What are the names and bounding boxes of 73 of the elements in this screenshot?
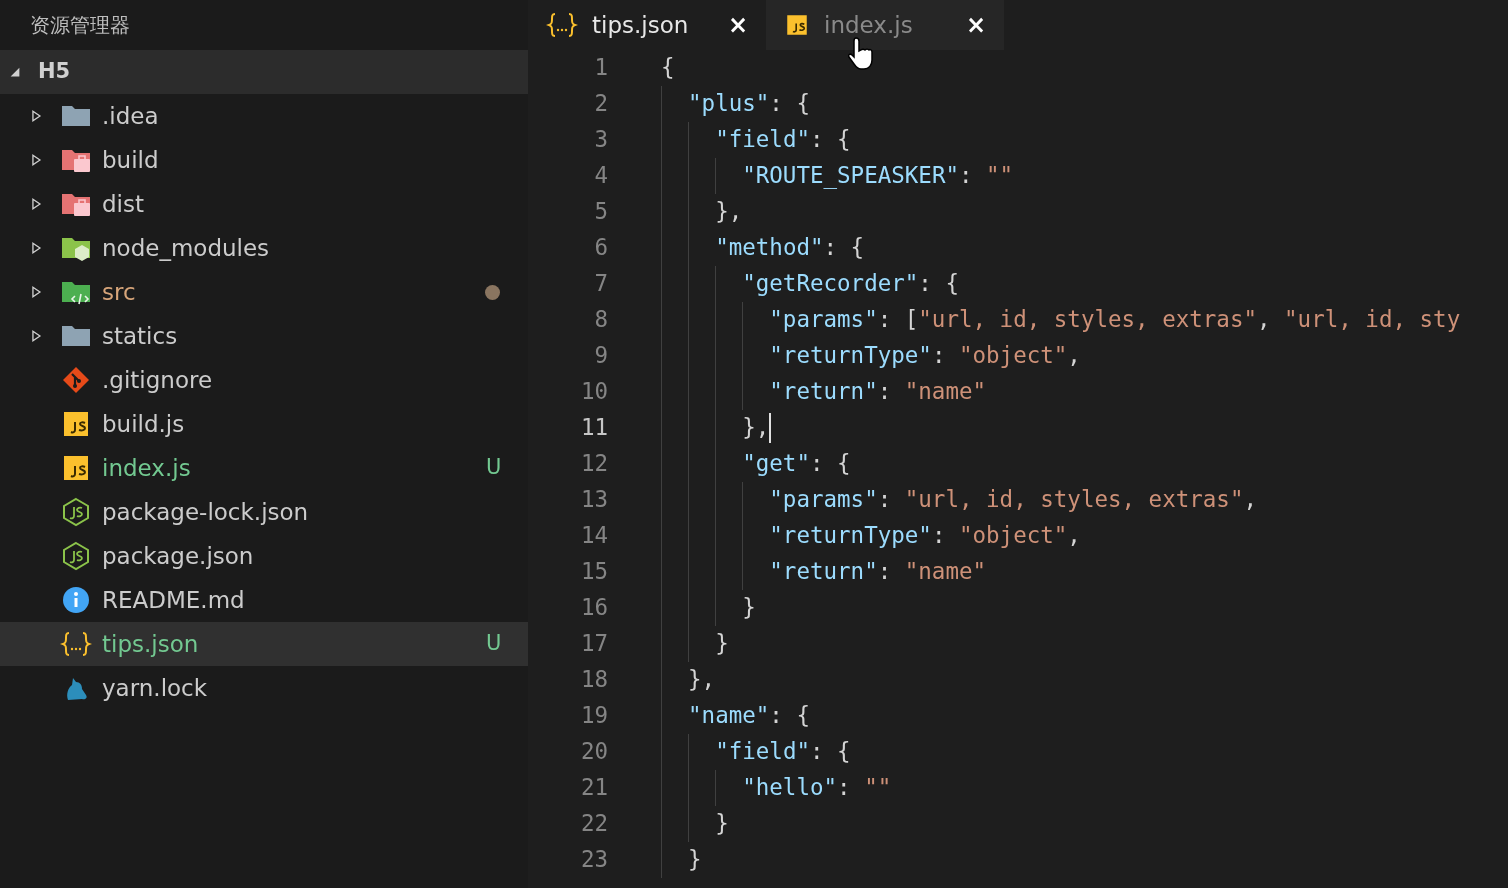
line-number: 12	[579, 449, 608, 479]
line-number: 10	[579, 377, 608, 407]
code-line: "return": "name"	[661, 554, 987, 590]
code-line: },	[661, 662, 716, 698]
file-row[interactable]: package.json	[0, 534, 528, 578]
code-line: "plus": {	[661, 86, 810, 122]
js-file-icon	[784, 12, 810, 38]
git-status-label: U	[486, 630, 502, 658]
code-line: "name": {	[661, 698, 810, 734]
code-line: },	[661, 410, 770, 446]
line-number: 22	[579, 809, 608, 839]
code-line: "hello": ""	[661, 770, 892, 806]
file-row[interactable]: tips.json U	[0, 622, 528, 666]
git-status-label: U	[486, 454, 502, 482]
file-row[interactable]: build	[0, 138, 528, 182]
line-number: 19	[579, 701, 608, 731]
file-row[interactable]: .idea	[0, 94, 528, 138]
close-icon[interactable]: ×	[727, 7, 748, 43]
code-line: "method": {	[661, 230, 865, 266]
line-number: 21	[579, 773, 608, 803]
line-number: 13	[579, 485, 608, 515]
code-line: }	[661, 806, 729, 842]
file-row[interactable]: yarn.lock	[0, 666, 528, 710]
node-file-icon	[60, 496, 92, 528]
text-cursor	[769, 413, 772, 443]
file-row[interactable]: statics	[0, 314, 528, 358]
code-line: "returnType": "object",	[661, 338, 1081, 374]
close-icon[interactable]: ×	[965, 7, 986, 43]
code-line: }	[661, 842, 702, 878]
info-icon	[60, 584, 92, 616]
panel-title: 资源管理器	[29, 12, 131, 39]
line-number: 23	[579, 845, 608, 875]
file-row[interactable]: index.js U	[0, 446, 528, 490]
line-number: 7	[593, 269, 608, 299]
code-line: },	[661, 194, 743, 230]
line-number: 4	[593, 161, 608, 191]
line-number: 6	[593, 233, 608, 263]
node-file-icon	[60, 540, 92, 572]
file-row[interactable]: build.js	[0, 402, 528, 446]
file-row[interactable]: README.md	[0, 578, 528, 622]
line-number: 18	[579, 665, 608, 695]
code-line: "returnType": "object",	[661, 518, 1081, 554]
line-number: 3	[593, 125, 608, 155]
editor-tab[interactable]: index.js ×	[766, 0, 1004, 50]
line-number: 14	[579, 521, 608, 551]
code-line: {	[661, 53, 675, 83]
line-number: 11	[579, 413, 608, 443]
file-row[interactable]: node_modules	[0, 226, 528, 270]
line-number: 2	[593, 89, 608, 119]
code-line: "field": {	[661, 122, 851, 158]
code-line: "ROUTE_SPEASKER": ""	[661, 158, 1014, 194]
file-row[interactable]: .gitignore	[0, 358, 528, 402]
line-number: 5	[593, 197, 608, 227]
file-row[interactable]: package-lock.json	[0, 490, 528, 534]
line-number: 9	[593, 341, 608, 371]
pointer-cursor-icon	[848, 36, 876, 70]
folder-row[interactable]: H5	[0, 50, 528, 94]
code-line: "getRecorder": {	[661, 266, 959, 302]
line-number: 17	[579, 629, 608, 659]
line-number: 8	[593, 305, 608, 335]
code-line: }	[661, 626, 729, 662]
code-line: "params": ["url, id, styles, extras", "url, id, sty	[661, 302, 1461, 338]
code-line: "get": {	[661, 446, 851, 482]
code-line: "return": "name"	[661, 374, 987, 410]
line-number: 15	[579, 557, 608, 587]
file-row[interactable]: src	[0, 270, 528, 314]
line-number: 20	[579, 737, 608, 767]
code-line: "field": {	[661, 734, 851, 770]
code-line: "params": "url, id, styles, extras",	[661, 482, 1257, 518]
line-number: 1	[593, 53, 608, 83]
code-line: }	[661, 590, 756, 626]
line-number: 16	[579, 593, 608, 623]
file-row[interactable]: dist	[0, 182, 528, 226]
